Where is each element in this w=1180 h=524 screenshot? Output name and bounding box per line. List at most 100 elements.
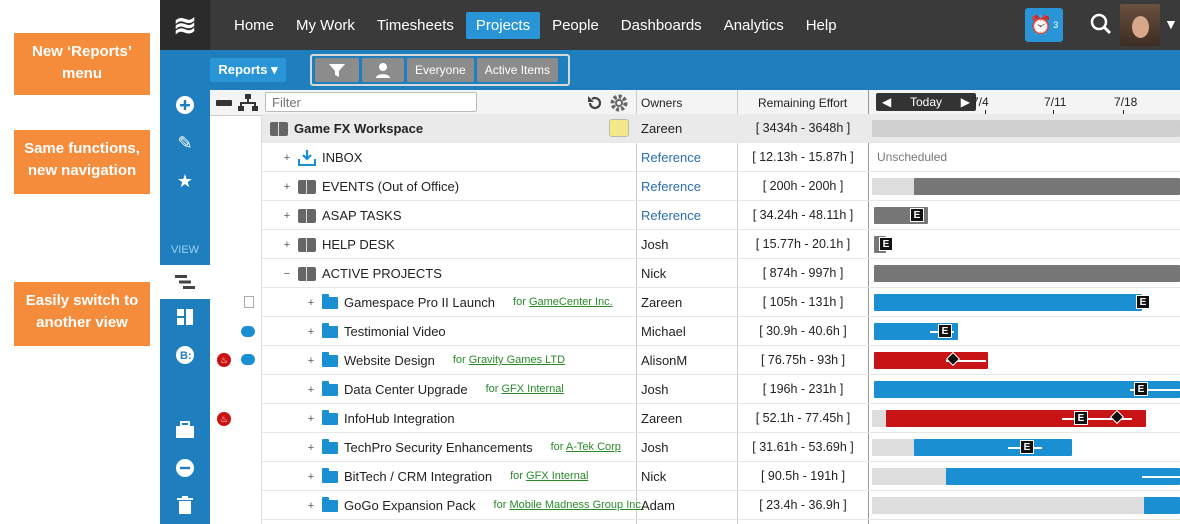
comment-icon[interactable] (241, 354, 255, 365)
list-view-icon[interactable] (160, 265, 210, 299)
client-link[interactable]: for GFX Internal (486, 375, 564, 404)
next-arrow-icon[interactable]: ▶ (961, 95, 970, 109)
row-name[interactable]: Gamespace Pro II Launch (344, 288, 495, 317)
expand-icon[interactable]: + (282, 239, 292, 250)
client-link[interactable]: for Gravity Games LTD (453, 346, 565, 375)
table-row[interactable]: + GoGo Expansion Pack for Mobile Madness… (262, 491, 1180, 520)
active-items-button[interactable]: Active Items (476, 58, 559, 82)
table-row[interactable]: + Testimonial Video Michael [ 30.9h - 40… (262, 317, 1180, 346)
client-link[interactable]: for Mobile Madness Group Inc. (494, 491, 644, 520)
table-row[interactable]: + Gamespace Pro II Launch for GameCenter… (262, 288, 1180, 317)
estimate-marker[interactable]: E (1134, 382, 1148, 396)
row-name[interactable]: Testimonial Video (344, 317, 446, 346)
expand-icon[interactable]: + (306, 384, 316, 395)
expand-icon[interactable]: + (306, 471, 316, 482)
nav-people[interactable]: People (542, 12, 609, 39)
estimate-marker[interactable]: E (1074, 411, 1088, 425)
row-name[interactable]: GoGo Expansion Pack (344, 491, 476, 520)
row-name[interactable]: TechPro Security Enhancements (344, 433, 533, 462)
filter-input[interactable] (265, 92, 477, 112)
nav-home[interactable]: Home (224, 12, 284, 39)
gantt-bar[interactable] (872, 120, 1180, 137)
expand-icon[interactable]: + (306, 442, 316, 453)
gantt-bar[interactable] (874, 294, 1142, 311)
estimate-marker[interactable]: E (910, 208, 924, 222)
row-owner[interactable]: Reference (641, 143, 701, 172)
table-row[interactable]: + Data Center Upgrade for GFX Internal J… (262, 375, 1180, 404)
avatar[interactable] (1120, 4, 1160, 46)
table-row[interactable]: + INBOX Reference [ 12.13h - 15.87h ] Un… (262, 143, 1180, 172)
owners-column-header[interactable]: Owners (641, 90, 682, 116)
prev-arrow-icon[interactable]: ◀ (882, 95, 891, 109)
table-row[interactable]: − ACTIVE PROJECTS Nick [ 874h - 997h ] (262, 259, 1180, 288)
client-link[interactable]: for GameCenter Inc. (513, 288, 613, 317)
estimate-marker[interactable]: E (879, 237, 893, 251)
gantt-bar[interactable] (872, 178, 916, 195)
nav-help[interactable]: Help (796, 12, 847, 39)
table-row[interactable]: + EVENTS (Out of Office) Reference [ 200… (262, 172, 1180, 201)
gantt-bar[interactable] (1144, 497, 1180, 514)
expand-icon[interactable]: + (282, 152, 292, 163)
everyone-button[interactable]: Everyone (407, 58, 474, 82)
table-row[interactable]: + HELP DESK Josh [ 15.77h - 20.1h ] E (262, 230, 1180, 259)
app-logo-icon[interactable]: ≋ (160, 0, 210, 50)
today-button[interactable]: Today (910, 95, 942, 109)
gantt-bar[interactable] (874, 265, 1180, 282)
nav-dashboards[interactable]: Dashboards (611, 12, 712, 39)
document-icon[interactable] (244, 296, 254, 308)
row-name[interactable]: BitTech / CRM Integration (344, 462, 492, 491)
table-row[interactable]: + Website Design for Gravity Games LTD A… (262, 346, 1180, 375)
expand-icon[interactable]: + (306, 500, 316, 511)
estimate-marker[interactable]: E (1020, 440, 1034, 454)
expand-icon[interactable]: + (306, 413, 316, 424)
row-name[interactable]: INBOX (322, 143, 362, 172)
expand-icon[interactable]: + (306, 326, 316, 337)
undo-icon[interactable] (586, 94, 604, 112)
nav-projects[interactable]: Projects (465, 11, 541, 39)
row-owner[interactable]: Reference (641, 201, 701, 230)
gantt-bar[interactable] (872, 497, 1148, 514)
row-name[interactable]: HELP DESK (322, 230, 395, 259)
gear-icon[interactable] (609, 93, 629, 113)
expand-icon[interactable]: + (282, 181, 292, 192)
briefcase-icon[interactable] (160, 415, 210, 445)
add-icon[interactable] (160, 90, 210, 120)
effort-column-header[interactable]: Remaining Effort (758, 90, 847, 116)
row-owner[interactable]: Reference (641, 172, 701, 201)
comment-icon[interactable] (241, 326, 255, 337)
filter-funnel-button[interactable] (315, 58, 359, 82)
target-icon[interactable] (609, 119, 629, 137)
hierarchy-icon[interactable] (238, 94, 258, 112)
table-row[interactable]: + ASAP TASKS Reference [ 34.24h - 48.11h… (262, 201, 1180, 230)
table-row[interactable]: Game FX Workspace Zareen [ 3434h - 3648h… (262, 114, 1180, 143)
nav-analytics[interactable]: Analytics (714, 12, 794, 39)
b-icon[interactable]: B: (160, 340, 210, 370)
estimate-marker[interactable]: E (938, 324, 952, 338)
pencil-icon[interactable]: ✎ (160, 128, 210, 158)
collapse-row-icon[interactable]: − (282, 268, 292, 279)
gantt-bar[interactable] (914, 439, 1072, 456)
expand-icon[interactable]: + (282, 210, 292, 221)
person-filter-button[interactable] (362, 58, 404, 82)
table-row[interactable]: + TechPro Security Enhancements for A-Te… (262, 433, 1180, 462)
board-view-icon[interactable] (160, 302, 210, 332)
table-row[interactable]: + InfoHub Integration Zareen [ 52.1h - 7… (262, 404, 1180, 433)
search-icon[interactable] (1088, 11, 1114, 37)
priority-fire-icon[interactable]: ♨ (217, 412, 231, 426)
client-link[interactable]: for GFX Internal (510, 462, 588, 491)
row-name[interactable]: Data Center Upgrade (344, 375, 468, 404)
client-link[interactable]: for A-Tek Corp (551, 433, 621, 462)
row-name[interactable]: InfoHub Integration (344, 404, 455, 433)
row-name[interactable]: Game FX Workspace (294, 114, 423, 143)
table-row[interactable]: + BitTech / CRM Integration for GFX Inte… (262, 462, 1180, 491)
gantt-bar[interactable] (914, 178, 1180, 195)
nav-my-work[interactable]: My Work (286, 12, 365, 39)
row-name[interactable]: EVENTS (Out of Office) (322, 172, 459, 201)
estimate-marker[interactable]: E (1136, 295, 1150, 309)
row-name[interactable]: ASAP TASKS (322, 201, 402, 230)
collapse-icon[interactable] (216, 97, 232, 109)
trash-icon[interactable] (160, 490, 210, 520)
remove-icon[interactable] (160, 453, 210, 483)
row-name[interactable]: ACTIVE PROJECTS (322, 259, 442, 288)
nav-timesheets[interactable]: Timesheets (367, 12, 464, 39)
